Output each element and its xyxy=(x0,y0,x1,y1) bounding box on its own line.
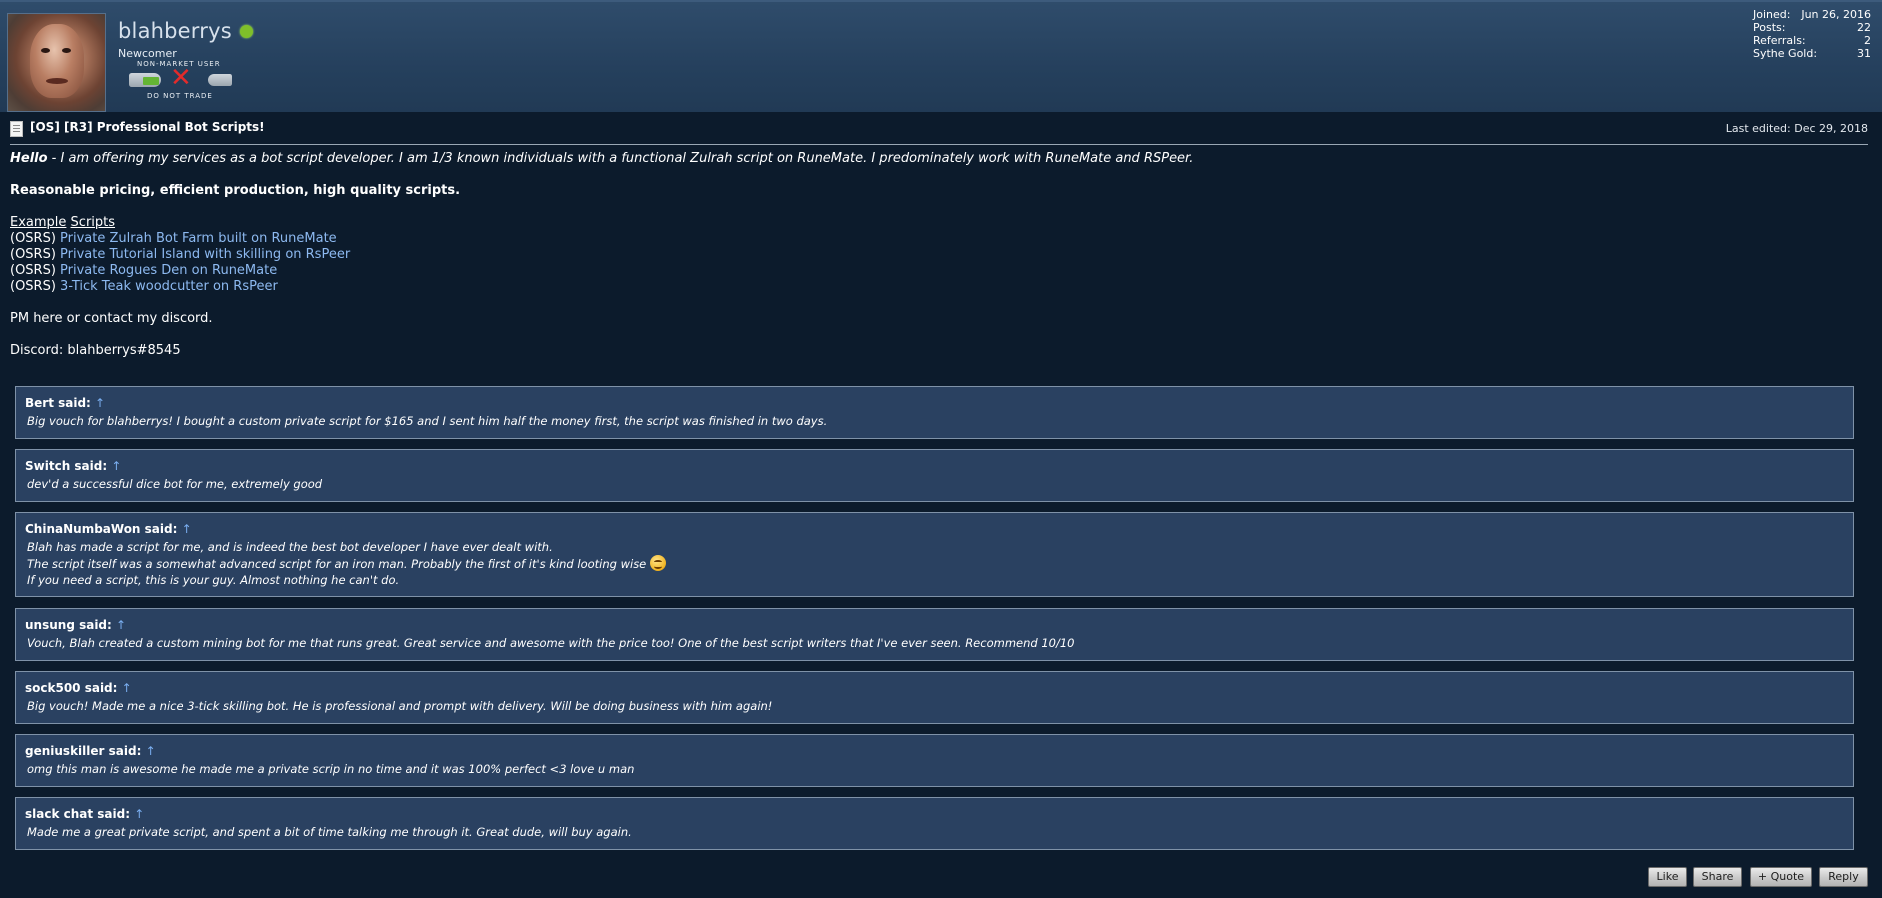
open-hand-icon xyxy=(208,74,232,86)
avatar-face xyxy=(30,24,84,98)
quote-author-name[interactable]: sock500 said: xyxy=(25,681,117,695)
jump-to-quote-icon[interactable]: ↑ xyxy=(146,744,156,758)
stat-label: Referrals: xyxy=(1753,34,1806,47)
stat-value: 31 xyxy=(1857,47,1871,60)
reply-button[interactable]: Reply xyxy=(1819,867,1868,887)
quote-block: Switch said: ↑ dev'd a successful dice b… xyxy=(15,449,1854,502)
example-link[interactable]: Private Tutorial Island with skilling on… xyxy=(60,247,350,262)
examples-heading: Example Scripts xyxy=(10,215,115,231)
discord-text: Discord: blahberrys#8545 xyxy=(10,343,181,358)
avatar-eye xyxy=(41,48,50,53)
quote-text-span: The script itself was a somewhat advance… xyxy=(27,557,647,571)
jump-to-quote-icon[interactable]: ↑ xyxy=(122,681,132,695)
quote-author: ChinaNumbaWon said: ↑ xyxy=(25,521,1845,539)
contact-text: PM here or contact my discord. xyxy=(10,311,213,326)
quote-text: Blah has made a script for me, and is in… xyxy=(27,540,553,554)
post-tagline: Reasonable pricing, efficient production… xyxy=(10,183,461,198)
example-prefix: (OSRS) xyxy=(10,231,61,246)
document-icon xyxy=(10,121,23,137)
quote-author: sock500 said: ↑ xyxy=(25,680,1845,698)
intro-text: - I am offering my services as a bot scr… xyxy=(47,151,1194,166)
stat-value: 2 xyxy=(1864,34,1871,47)
example-link[interactable]: Private Rogues Den on RuneMate xyxy=(60,263,277,278)
quote-block: geniuskiller said: ↑ omg this man is awe… xyxy=(15,734,1854,787)
example-item: (OSRS) Private Tutorial Island with skil… xyxy=(10,247,350,263)
online-status-icon xyxy=(240,25,253,38)
like-button[interactable]: Like xyxy=(1648,867,1687,887)
quote-author: unsung said: ↑ xyxy=(25,617,1845,635)
avatar-mouth xyxy=(46,78,68,84)
quote-author: Switch said: ↑ xyxy=(25,458,1845,476)
examples-word: Example xyxy=(10,215,67,230)
quote-text: Big vouch! Made me a nice 3-tick skillin… xyxy=(27,699,773,713)
quote-author: geniuskiller said: ↑ xyxy=(25,743,1845,761)
example-item: (OSRS) 3-Tick Teak woodcutter on RsPeer xyxy=(10,279,278,295)
username-link[interactable]: blahberrys xyxy=(118,19,232,43)
example-item: (OSRS) Private Rogues Den on RuneMate xyxy=(10,263,277,279)
quote-block: unsung said: ↑ Vouch, Blah created a cus… xyxy=(15,608,1854,661)
quote-text: If you need a script, this is your guy. … xyxy=(27,573,400,587)
jump-to-quote-icon[interactable]: ↑ xyxy=(111,459,121,473)
hello-text: Hello xyxy=(10,151,48,166)
jump-to-quote-icon[interactable]: ↑ xyxy=(134,807,144,821)
quote-text: omg this man is awesome he made me a pri… xyxy=(27,762,635,776)
quote-author-name[interactable]: slack chat said: xyxy=(25,807,130,821)
stat-posts[interactable]: Posts: 22 xyxy=(1753,21,1871,34)
user-rank: Newcomer xyxy=(118,47,177,60)
quote-text: Big vouch for blahberrys! I bought a cus… xyxy=(27,414,828,428)
post-title-row: [OS] [R3] Professional Bot Scripts! Last… xyxy=(10,120,1868,145)
quote-author-name[interactable]: Switch said: xyxy=(25,459,107,473)
stat-value[interactable]: 22 xyxy=(1857,21,1871,34)
quote-author-name[interactable]: unsung said: xyxy=(25,618,112,632)
example-link[interactable]: 3-Tick Teak woodcutter on RsPeer xyxy=(60,279,278,294)
example-item: (OSRS) Private Zulrah Bot Farm built on … xyxy=(10,231,337,247)
quote-block: ChinaNumbaWon said: ↑ Blah has made a sc… xyxy=(15,512,1854,597)
quote-author-name[interactable]: Bert said: xyxy=(25,396,91,410)
post-intro: Hello - I am offering my services as a b… xyxy=(10,151,1193,167)
quote-text: Vouch, Blah created a custom mining bot … xyxy=(27,636,1075,650)
avatar-eye xyxy=(62,48,71,53)
quote-block: sock500 said: ↑ Big vouch! Made me a nic… xyxy=(15,671,1854,724)
quote-button[interactable]: + Quote xyxy=(1750,867,1812,887)
example-prefix: (OSRS) xyxy=(10,263,61,278)
scripts-word: Scripts xyxy=(70,215,116,230)
smiley-icon xyxy=(650,555,667,571)
share-button[interactable]: Share xyxy=(1693,867,1742,887)
quote-author: slack chat said: ↑ xyxy=(25,806,1845,824)
stat-label: Joined: xyxy=(1753,8,1791,21)
non-market-badge-bottom: DO NOT TRADE xyxy=(147,92,213,100)
user-stats: Joined: Jun 26, 2016 Posts: 22 Referrals… xyxy=(1753,8,1871,60)
stat-label: Sythe Gold: xyxy=(1753,47,1818,60)
post-title: [OS] [R3] Professional Bot Scripts! xyxy=(30,120,265,134)
red-x-icon: ✕ xyxy=(170,63,192,93)
jump-to-quote-icon[interactable]: ↑ xyxy=(116,618,126,632)
user-header: blahberrys Newcomer NON-MARKET USER ✕ DO… xyxy=(0,0,1882,112)
quote-text: The script itself was a somewhat advance… xyxy=(25,555,1845,572)
stat-joined: Joined: Jun 26, 2016 xyxy=(1753,8,1871,21)
example-prefix: (OSRS) xyxy=(10,247,61,262)
stat-referrals: Referrals: 2 xyxy=(1753,34,1871,47)
cash-icon xyxy=(143,77,159,85)
stat-label: Posts: xyxy=(1753,21,1786,34)
last-edited: Last edited: Dec 29, 2018 xyxy=(1725,122,1868,135)
avatar[interactable] xyxy=(7,13,106,112)
quote-text: dev'd a successful dice bot for me, extr… xyxy=(27,477,323,491)
jump-to-quote-icon[interactable]: ↑ xyxy=(95,396,105,410)
quote-author-name[interactable]: geniuskiller said: xyxy=(25,744,141,758)
quote-author-name[interactable]: ChinaNumbaWon said: xyxy=(25,522,177,536)
example-prefix: (OSRS) xyxy=(10,279,61,294)
quote-author: Bert said: ↑ xyxy=(25,395,1845,413)
jump-to-quote-icon[interactable]: ↑ xyxy=(182,522,192,536)
stat-value: Jun 26, 2016 xyxy=(1801,8,1871,21)
quote-block: slack chat said: ↑ Made me a great priva… xyxy=(15,797,1854,850)
example-link[interactable]: Private Zulrah Bot Farm built on RuneMat… xyxy=(60,231,337,246)
hand-with-cash-icon xyxy=(129,73,161,87)
stat-sythe-gold: Sythe Gold: 31 xyxy=(1753,47,1871,60)
quote-text: Made me a great private script, and spen… xyxy=(27,825,632,839)
quote-block: Bert said: ↑ Big vouch for blahberrys! I… xyxy=(15,386,1854,439)
